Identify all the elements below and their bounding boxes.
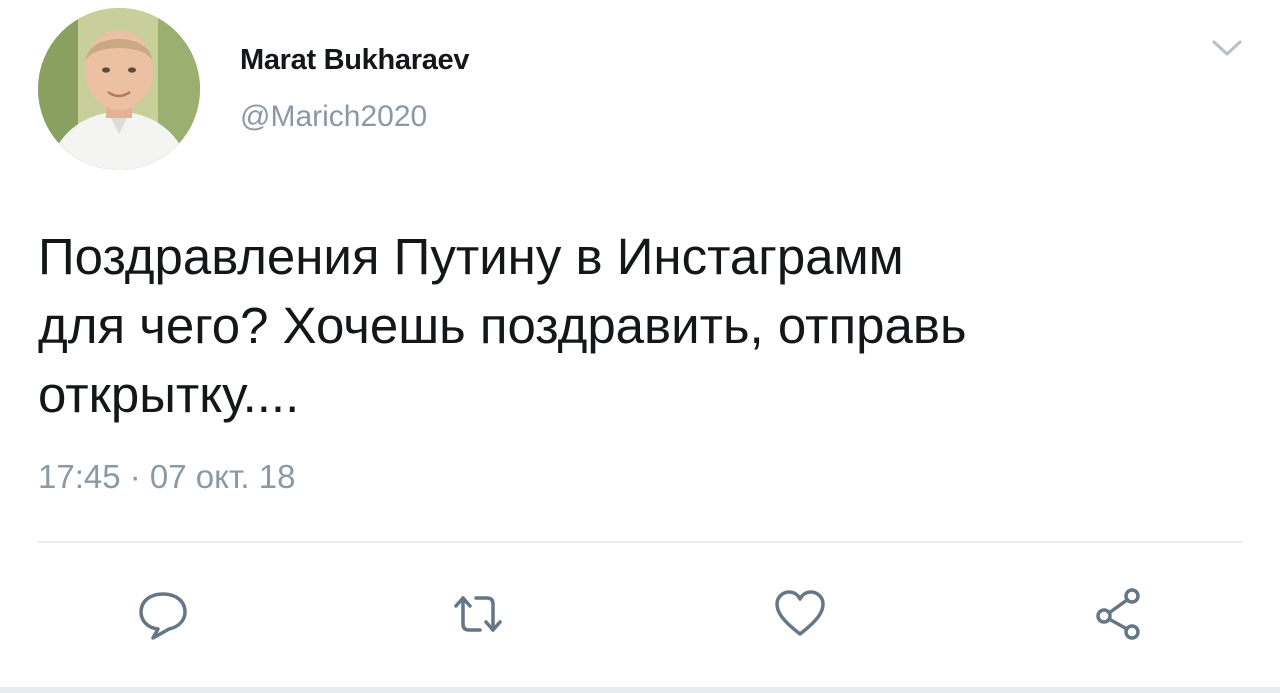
- tweet-text: Поздравления Путину в Инстаграмм для чег…: [38, 228, 967, 423]
- divider: [38, 541, 1242, 543]
- reply-button[interactable]: [131, 582, 195, 646]
- reply-icon: [139, 592, 187, 640]
- chevron-down-icon[interactable]: [1210, 36, 1244, 60]
- share-button[interactable]: [1088, 582, 1152, 646]
- tweet-timestamp[interactable]: 17:45 · 07 окт. 18: [38, 458, 295, 496]
- user-handle[interactable]: @Marich2020: [240, 100, 427, 134]
- display-name[interactable]: Marat Bukharaev: [240, 44, 470, 77]
- avatar[interactable]: [38, 8, 200, 170]
- retweet-icon: [454, 596, 502, 632]
- bottom-border: [0, 687, 1280, 693]
- heart-icon: [775, 590, 825, 636]
- retweet-button[interactable]: [446, 582, 510, 646]
- like-button[interactable]: [768, 582, 832, 646]
- action-bar: [0, 582, 1280, 652]
- tweet-card: Marat Bukharaev @Marich2020 Поздравления…: [0, 0, 1280, 693]
- share-icon: [1096, 588, 1140, 640]
